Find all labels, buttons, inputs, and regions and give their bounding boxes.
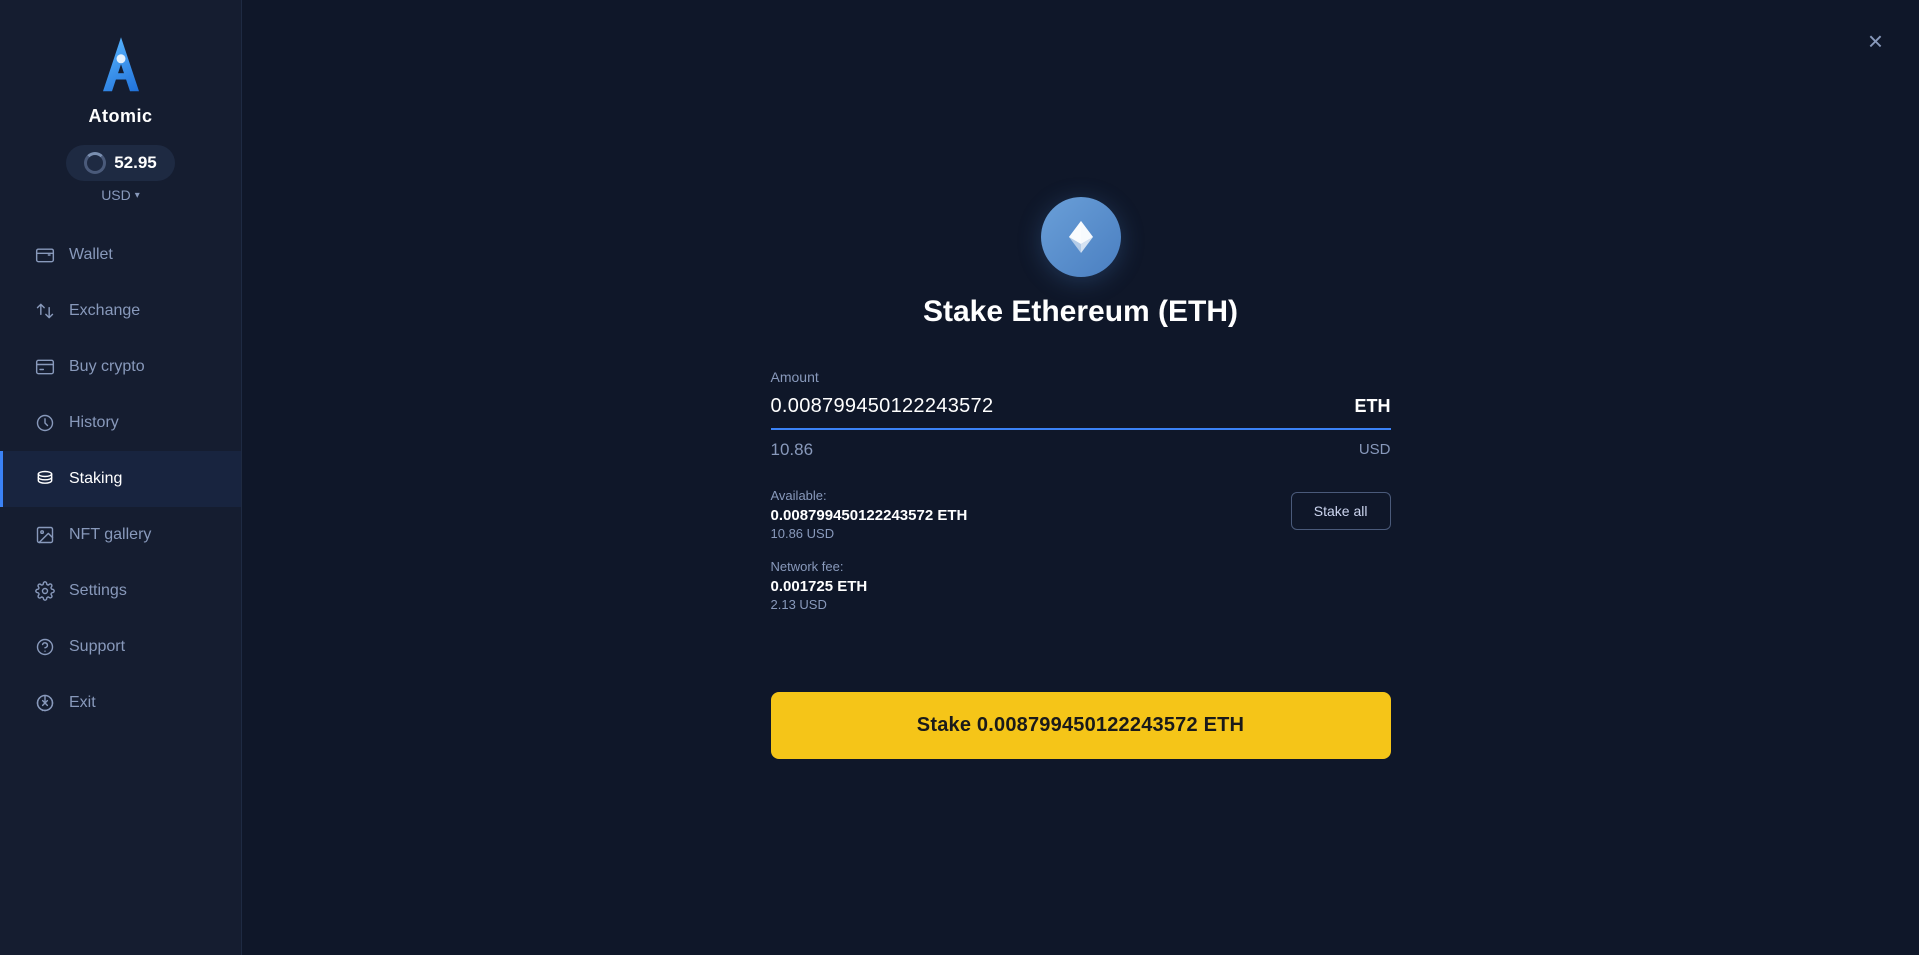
settings-icon [35, 581, 55, 601]
sidebar-item-exchange[interactable]: Exchange [0, 283, 241, 339]
nav-menu: Wallet Exchange Buy crypto [0, 227, 241, 935]
app-name: Atomic [88, 106, 152, 127]
sidebar-item-nft-gallery-label: NFT gallery [69, 526, 151, 544]
info-left: Available: 0.008799450122243572 ETH 10.8… [771, 488, 968, 612]
currency-label: USD [101, 187, 131, 203]
wallet-icon [35, 245, 55, 265]
network-fee-label: Network fee: [771, 559, 968, 574]
available-eth: 0.008799450122243572 ETH [771, 507, 968, 524]
balance-container: 52.95 USD ▾ [66, 145, 175, 203]
info-section: Available: 0.008799450122243572 ETH 10.8… [771, 488, 1391, 612]
balance-amount: 52.95 [114, 153, 157, 173]
amount-currency: ETH [1355, 396, 1391, 417]
sidebar-item-support[interactable]: Support [0, 619, 241, 675]
network-fee-usd: 2.13 USD [771, 597, 968, 612]
amount-input-row: ETH [771, 395, 1391, 430]
sidebar-item-exchange-label: Exchange [69, 302, 140, 320]
sidebar-item-wallet-label: Wallet [69, 246, 113, 264]
sidebar-item-history-label: History [69, 414, 119, 432]
sidebar-item-exit-label: Exit [69, 694, 96, 712]
support-icon [35, 637, 55, 657]
buy-crypto-icon [35, 357, 55, 377]
network-fee-block: Network fee: 0.001725 ETH 2.13 USD [771, 559, 968, 612]
sidebar-item-staking[interactable]: Staking [0, 451, 241, 507]
sidebar-item-staking-label: Staking [69, 470, 122, 488]
amount-input[interactable] [771, 395, 1345, 418]
sidebar-item-settings-label: Settings [69, 582, 127, 600]
logo-container: Atomic [85, 30, 157, 127]
currency-chevron-icon: ▾ [135, 190, 140, 201]
network-fee-eth: 0.001725 ETH [771, 578, 968, 595]
amount-usd-row: 10.86 USD [771, 440, 1391, 460]
sidebar-item-buy-crypto[interactable]: Buy crypto [0, 339, 241, 395]
balance-badge: 52.95 [66, 145, 175, 181]
amount-usd-label: USD [1359, 441, 1391, 458]
history-icon [35, 413, 55, 433]
amount-usd-value: 10.86 [771, 440, 814, 460]
staking-icon [35, 469, 55, 489]
sidebar-item-nft-gallery[interactable]: NFT gallery [0, 507, 241, 563]
available-label: Available: [771, 488, 968, 503]
nft-gallery-icon [35, 525, 55, 545]
eth-icon [1041, 197, 1121, 277]
atomic-logo-icon [85, 30, 157, 102]
available-block: Available: 0.008799450122243572 ETH 10.8… [771, 488, 968, 541]
exit-icon [35, 693, 55, 713]
eth-diamond-icon [1061, 217, 1101, 257]
amount-section: Amount ETH 10.86 USD [771, 369, 1391, 460]
stake-main-button[interactable]: Stake 0.008799450122243572 ETH [771, 692, 1391, 759]
sidebar: Atomic 52.95 USD ▾ Wallet [0, 0, 242, 955]
sidebar-item-wallet[interactable]: Wallet [0, 227, 241, 283]
amount-label: Amount [771, 369, 1391, 385]
sidebar-item-history[interactable]: History [0, 395, 241, 451]
stake-all-button[interactable]: Stake all [1291, 492, 1391, 530]
currency-selector[interactable]: USD ▾ [101, 187, 140, 203]
close-button[interactable]: × [1864, 24, 1887, 58]
balance-spinner-icon [84, 152, 106, 174]
sidebar-item-buy-crypto-label: Buy crypto [69, 358, 145, 376]
sidebar-item-exit[interactable]: Exit [0, 675, 241, 731]
main-content: × Stake Ethereum (ETH) Amount ETH 10.86 [242, 0, 1919, 955]
sidebar-item-settings[interactable]: Settings [0, 563, 241, 619]
exchange-icon [35, 301, 55, 321]
available-usd: 10.86 USD [771, 526, 968, 541]
stake-title: Stake Ethereum (ETH) [923, 295, 1238, 329]
sidebar-item-support-label: Support [69, 638, 125, 656]
stake-card: Stake Ethereum (ETH) Amount ETH 10.86 US… [771, 197, 1391, 759]
